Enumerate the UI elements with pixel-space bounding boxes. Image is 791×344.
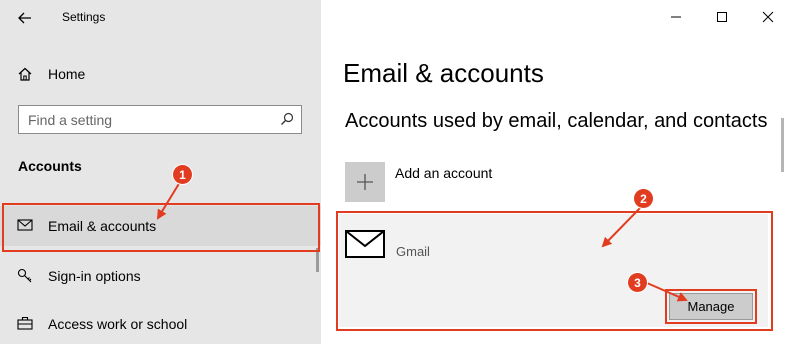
annotation-badge-3: 3 [628,273,647,292]
annotation-badge-1: 1 [173,165,192,184]
annotation-arrows [156,181,688,302]
annotation-badge-2: 2 [634,189,653,208]
